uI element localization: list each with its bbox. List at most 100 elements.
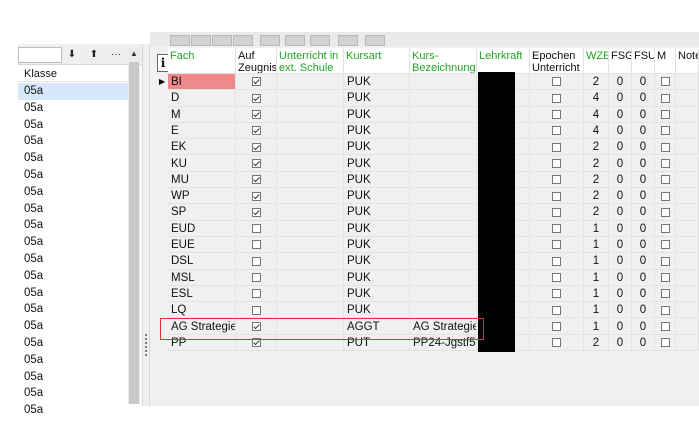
cell-note[interactable] <box>676 204 699 221</box>
cell-wze[interactable]: 2 <box>584 139 609 156</box>
klasse-scrollbar[interactable]: ▲ <box>128 48 140 404</box>
cell-zeugnis-checkbox[interactable] <box>236 285 277 303</box>
checkbox-unchecked-icon[interactable] <box>251 240 261 250</box>
toolbar-button[interactable] <box>212 35 232 46</box>
cell-wze[interactable]: 1 <box>584 285 609 303</box>
cell-epochen-checkbox[interactable] <box>530 188 584 205</box>
cell-wze[interactable]: 2 <box>584 74 609 91</box>
move-down-button[interactable]: ⬇ <box>64 47 80 62</box>
cell-wze[interactable]: 1 <box>584 220 609 237</box>
checkbox-checked-icon[interactable] <box>251 207 261 217</box>
cell-fsu[interactable]: 0 <box>632 285 655 303</box>
cell-m-checkbox[interactable] <box>655 171 676 189</box>
cell-wze[interactable]: 1 <box>584 318 609 335</box>
col-header-kurs-bezeichnung[interactable]: Kurs- Bezeichnung <box>410 48 477 74</box>
cell-fach[interactable]: SP <box>168 204 236 221</box>
cell-fsu[interactable]: 0 <box>632 155 655 172</box>
checkbox-unchecked-icon[interactable] <box>251 273 261 283</box>
cell-kurs-bezeichnung[interactable] <box>410 220 477 237</box>
cell-fsu[interactable]: 0 <box>632 253 655 270</box>
klasse-list-item[interactable]: 05a <box>18 268 128 285</box>
cell-fsg[interactable]: 0 <box>609 74 632 91</box>
cell-fsg[interactable]: 0 <box>609 220 632 237</box>
cell-m-checkbox[interactable] <box>655 237 676 254</box>
cell-fsu[interactable]: 0 <box>632 220 655 237</box>
cell-ext[interactable] <box>277 188 344 205</box>
klasse-list-item[interactable]: 05a <box>18 318 128 335</box>
cell-fsu[interactable]: 0 <box>632 334 655 352</box>
cell-note[interactable] <box>676 139 699 156</box>
cell-note[interactable] <box>676 269 699 286</box>
cell-zeugnis-checkbox[interactable] <box>236 237 277 254</box>
cell-kurs-bezeichnung[interactable] <box>410 269 477 286</box>
cell-ext[interactable] <box>277 302 344 319</box>
checkbox-unchecked-icon[interactable] <box>552 158 561 168</box>
cell-kursart[interactable]: PUK <box>344 74 410 91</box>
cell-zeugnis-checkbox[interactable] <box>236 155 277 172</box>
cell-kurs-bezeichnung[interactable] <box>410 90 477 107</box>
checkbox-unchecked-icon[interactable] <box>552 338 561 348</box>
cell-wze[interactable]: 4 <box>584 90 609 107</box>
cell-kursart[interactable]: PUK <box>344 188 410 205</box>
cell-zeugnis-checkbox[interactable] <box>236 171 277 189</box>
col-header-wze[interactable]: WZE <box>584 48 609 74</box>
cell-wze[interactable]: 2 <box>584 188 609 205</box>
cell-epochen-checkbox[interactable] <box>530 302 584 319</box>
cell-ext[interactable] <box>277 139 344 156</box>
col-header-note[interactable]: Note <box>676 48 699 74</box>
klasse-list-item[interactable]: 05a <box>18 335 128 352</box>
cell-epochen-checkbox[interactable] <box>530 204 584 221</box>
cell-ext[interactable] <box>277 122 344 140</box>
toolbar-button[interactable] <box>285 35 305 46</box>
cell-wze[interactable]: 1 <box>584 237 609 254</box>
cell-kursart[interactable]: PUK <box>344 253 410 270</box>
cell-fsg[interactable]: 0 <box>609 188 632 205</box>
checkbox-unchecked-icon[interactable] <box>660 93 670 103</box>
checkbox-unchecked-icon[interactable] <box>251 256 261 266</box>
cell-kurs-bezeichnung[interactable] <box>410 171 477 189</box>
more-options-button[interactable]: ··· <box>108 47 124 62</box>
cell-m-checkbox[interactable] <box>655 155 676 172</box>
cell-wze[interactable]: 4 <box>584 106 609 123</box>
toolbar-button[interactable] <box>191 35 211 46</box>
cell-fsg[interactable]: 0 <box>609 106 632 123</box>
cell-fach[interactable]: E <box>168 122 236 140</box>
cell-kurs-bezeichnung[interactable] <box>410 204 477 221</box>
klasse-list-item[interactable]: 05a <box>18 301 128 318</box>
col-header-kursart[interactable]: Kursart <box>344 48 410 74</box>
cell-fach[interactable]: M <box>168 106 236 123</box>
cell-ext[interactable] <box>277 253 344 270</box>
checkbox-unchecked-icon[interactable] <box>552 305 561 315</box>
cell-fach[interactable]: WP <box>168 188 236 205</box>
cell-ext[interactable] <box>277 269 344 286</box>
cell-fsg[interactable]: 0 <box>609 318 632 335</box>
cell-note[interactable] <box>676 302 699 319</box>
cell-m-checkbox[interactable] <box>655 285 676 303</box>
cell-zeugnis-checkbox[interactable] <box>236 74 277 91</box>
cell-fach[interactable]: MSL <box>168 269 236 286</box>
cell-zeugnis-checkbox[interactable] <box>236 139 277 156</box>
cell-kursart[interactable]: PUK <box>344 285 410 303</box>
cell-epochen-checkbox[interactable] <box>530 285 584 303</box>
splitter-grip-icon[interactable] <box>145 334 149 356</box>
checkbox-unchecked-icon[interactable] <box>552 321 561 331</box>
col-header-m[interactable]: M <box>655 48 676 74</box>
cell-note[interactable] <box>676 253 699 270</box>
cell-wze[interactable]: 2 <box>584 334 609 352</box>
cell-fsu[interactable]: 0 <box>632 171 655 189</box>
col-header-lehrkraft[interactable]: Lehrkraft <box>477 48 530 74</box>
toolbar-button[interactable] <box>233 35 253 46</box>
checkbox-unchecked-icon[interactable] <box>552 77 561 87</box>
cell-kurs-bezeichnung[interactable] <box>410 74 477 91</box>
cell-fsu[interactable]: 0 <box>632 269 655 286</box>
cell-epochen-checkbox[interactable] <box>530 171 584 189</box>
klasse-list-item[interactable]: 05a <box>18 402 128 419</box>
cell-kurs-bezeichnung[interactable] <box>410 253 477 270</box>
cell-note[interactable] <box>676 220 699 237</box>
cell-kursart[interactable]: PUK <box>344 220 410 237</box>
klasse-list-item[interactable]: 05a <box>18 117 128 134</box>
cell-ext[interactable] <box>277 171 344 189</box>
col-header-fsg[interactable]: FSG <box>609 48 632 74</box>
cell-fsu[interactable]: 0 <box>632 204 655 221</box>
cell-ext[interactable] <box>277 237 344 254</box>
